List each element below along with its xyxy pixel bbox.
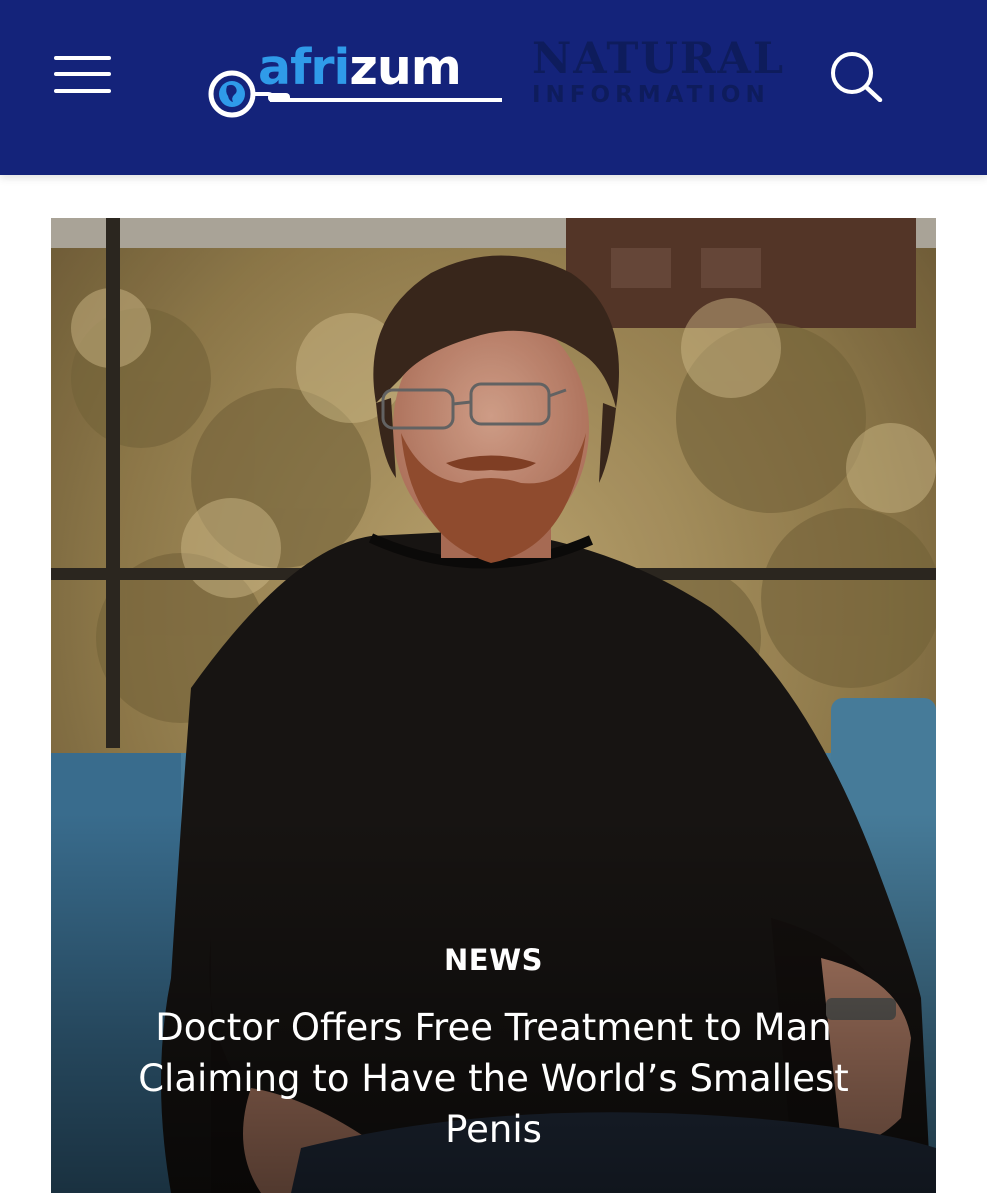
tagline-line-2: INFORMATION [532, 82, 770, 108]
menu-bar [54, 72, 111, 76]
menu-bar [54, 89, 111, 93]
logo-wordmark-afri: afri [258, 39, 350, 96]
hamburger-menu-icon[interactable] [54, 56, 111, 94]
menu-bar [54, 56, 111, 60]
logo-wordmark-zum: zum [349, 39, 461, 96]
featured-article-card[interactable]: NEWS Doctor Offers Free Treatment to Man… [51, 218, 936, 1193]
logo-wordmark: afrizum [258, 39, 462, 96]
site-header: afrizum NATURAL INFORMATION [0, 0, 987, 175]
search-icon[interactable] [828, 50, 884, 103]
site-logo[interactable]: afrizum [206, 38, 506, 122]
tagline-line-1: NATURAL [532, 34, 786, 84]
site-tagline: NATURAL INFORMATION [532, 36, 802, 108]
article-title[interactable]: Doctor Offers Free Treatment to Man Clai… [91, 1002, 896, 1155]
article-category[interactable]: NEWS [51, 943, 936, 977]
